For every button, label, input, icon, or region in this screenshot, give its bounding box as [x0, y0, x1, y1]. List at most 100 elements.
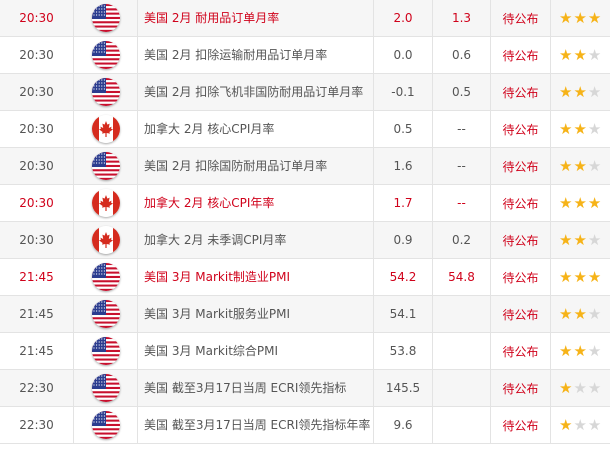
star-empty-icon: ★ — [587, 378, 602, 397]
previous-value: 0.5 — [373, 110, 433, 148]
us-flag-icon — [91, 263, 120, 291]
event-time: 20:30 — [0, 0, 74, 37]
previous-value: 53.8 — [373, 332, 433, 370]
event-name[interactable]: 美国 截至3月17日当周 ECRI领先指标年率 — [137, 406, 374, 444]
forecast-value — [432, 295, 491, 333]
event-name[interactable]: 美国 2月 扣除运输耐用品订单月率 — [137, 36, 374, 74]
star-filled-icon: ★ — [559, 156, 573, 175]
star-empty-icon: ★ — [587, 415, 602, 434]
previous-value: -0.1 — [373, 73, 433, 111]
previous-value: 54.1 — [373, 295, 433, 333]
star-filled-icon: ★ — [573, 193, 587, 212]
star-filled-icon: ★ — [573, 82, 587, 101]
star-empty-icon: ★ — [587, 341, 602, 360]
country-flag-cell — [73, 73, 138, 111]
star-empty-icon: ★ — [587, 230, 602, 249]
country-flag-cell — [73, 295, 138, 333]
country-flag-cell — [73, 184, 138, 222]
us-flag-icon — [91, 411, 120, 439]
economic-calendar-table: 20:30 美国 2月 耐用品订单月率 2.0 1.3 待公布 ★★★ 20:3… — [0, 0, 610, 444]
calendar-row[interactable]: 21:45 美国 3月 Markit制造业PMI 54.2 54.8 待公布 ★… — [0, 258, 610, 296]
event-name[interactable]: 美国 3月 Markit服务业PMI — [137, 295, 374, 333]
importance-stars: ★★★ — [550, 332, 610, 370]
previous-value: 1.6 — [373, 147, 433, 185]
importance-stars: ★★★ — [550, 110, 610, 148]
star-filled-icon: ★ — [573, 230, 587, 249]
previous-value: 0.0 — [373, 36, 433, 74]
country-flag-cell — [73, 36, 138, 74]
publish-status: 待公布 — [490, 221, 551, 259]
importance-stars: ★★★ — [550, 406, 610, 444]
country-flag-cell — [73, 221, 138, 259]
calendar-row[interactable]: 20:30 美国 2月 扣除飞机非国防耐用品订单月率 -0.1 0.5 待公布 … — [0, 73, 610, 111]
event-time: 20:30 — [0, 36, 74, 74]
publish-status: 待公布 — [490, 147, 551, 185]
event-name[interactable]: 加拿大 2月 核心CPI年率 — [137, 184, 374, 222]
country-flag-cell — [73, 110, 138, 148]
calendar-row[interactable]: 20:30 美国 2月 扣除国防耐用品订单月率 1.6 -- 待公布 ★★★ — [0, 147, 610, 185]
star-filled-icon: ★ — [573, 45, 587, 64]
calendar-row[interactable]: 22:30 美国 截至3月17日当周 ECRI领先指标 145.5 待公布 ★★… — [0, 369, 610, 407]
importance-stars: ★★★ — [550, 147, 610, 185]
forecast-value: 54.8 — [432, 258, 491, 296]
calendar-row[interactable]: 22:30 美国 截至3月17日当周 ECRI领先指标年率 9.6 待公布 ★★… — [0, 406, 610, 444]
previous-value: 54.2 — [373, 258, 433, 296]
importance-stars: ★★★ — [550, 369, 610, 407]
previous-value: 9.6 — [373, 406, 433, 444]
calendar-body: 20:30 美国 2月 耐用品订单月率 2.0 1.3 待公布 ★★★ 20:3… — [0, 0, 610, 444]
forecast-value: 0.6 — [432, 36, 491, 74]
us-flag-icon — [91, 4, 120, 32]
event-name[interactable]: 美国 3月 Markit制造业PMI — [137, 258, 374, 296]
event-name[interactable]: 加拿大 2月 未季调CPI月率 — [137, 221, 374, 259]
star-filled-icon: ★ — [559, 119, 573, 138]
star-empty-icon: ★ — [587, 156, 602, 175]
star-filled-icon: ★ — [573, 341, 587, 360]
star-empty-icon: ★ — [573, 415, 587, 434]
star-empty-icon: ★ — [573, 378, 587, 397]
event-name[interactable]: 美国 2月 耐用品订单月率 — [137, 0, 374, 37]
event-name[interactable]: 美国 截至3月17日当周 ECRI领先指标 — [137, 369, 374, 407]
event-time: 21:45 — [0, 332, 74, 370]
calendar-row[interactable]: 20:30 加拿大 2月 核心CPI月率 0.5 -- 待公布 ★★★ — [0, 110, 610, 148]
publish-status: 待公布 — [490, 110, 551, 148]
us-flag-icon — [91, 152, 120, 180]
event-time: 20:30 — [0, 73, 74, 111]
star-filled-icon: ★ — [573, 119, 587, 138]
publish-status: 待公布 — [490, 184, 551, 222]
calendar-row[interactable]: 20:30 加拿大 2月 未季调CPI月率 0.9 0.2 待公布 ★★★ — [0, 221, 610, 259]
event-name[interactable]: 美国 3月 Markit综合PMI — [137, 332, 374, 370]
forecast-value — [432, 332, 491, 370]
event-name[interactable]: 加拿大 2月 核心CPI月率 — [137, 110, 374, 148]
previous-value: 1.7 — [373, 184, 433, 222]
previous-value: 0.9 — [373, 221, 433, 259]
calendar-row[interactable]: 20:30 加拿大 2月 核心CPI年率 1.7 -- 待公布 ★★★ — [0, 184, 610, 222]
country-flag-cell — [73, 0, 138, 37]
publish-status: 待公布 — [490, 332, 551, 370]
previous-value: 2.0 — [373, 0, 433, 37]
canada-flag-icon — [91, 115, 120, 143]
importance-stars: ★★★ — [550, 258, 610, 296]
star-filled-icon: ★ — [573, 304, 587, 323]
event-name[interactable]: 美国 2月 扣除飞机非国防耐用品订单月率 — [137, 73, 374, 111]
calendar-row[interactable]: 21:45 美国 3月 Markit综合PMI 53.8 待公布 ★★★ — [0, 332, 610, 370]
calendar-row[interactable]: 20:30 美国 2月 耐用品订单月率 2.0 1.3 待公布 ★★★ — [0, 0, 610, 37]
forecast-value: -- — [432, 110, 491, 148]
importance-stars: ★★★ — [550, 295, 610, 333]
event-time: 20:30 — [0, 184, 74, 222]
star-filled-icon: ★ — [573, 267, 587, 286]
us-flag-icon — [91, 41, 120, 69]
canada-flag-icon — [91, 226, 120, 254]
importance-stars: ★★★ — [550, 184, 610, 222]
publish-status: 待公布 — [490, 295, 551, 333]
country-flag-cell — [73, 406, 138, 444]
previous-value: 145.5 — [373, 369, 433, 407]
event-time: 21:45 — [0, 258, 74, 296]
star-empty-icon: ★ — [587, 45, 602, 64]
forecast-value: -- — [432, 184, 491, 222]
publish-status: 待公布 — [490, 0, 551, 37]
calendar-row[interactable]: 21:45 美国 3月 Markit服务业PMI 54.1 待公布 ★★★ — [0, 295, 610, 333]
publish-status: 待公布 — [490, 73, 551, 111]
event-name[interactable]: 美国 2月 扣除国防耐用品订单月率 — [137, 147, 374, 185]
event-time: 22:30 — [0, 369, 74, 407]
calendar-row[interactable]: 20:30 美国 2月 扣除运输耐用品订单月率 0.0 0.6 待公布 ★★★ — [0, 36, 610, 74]
